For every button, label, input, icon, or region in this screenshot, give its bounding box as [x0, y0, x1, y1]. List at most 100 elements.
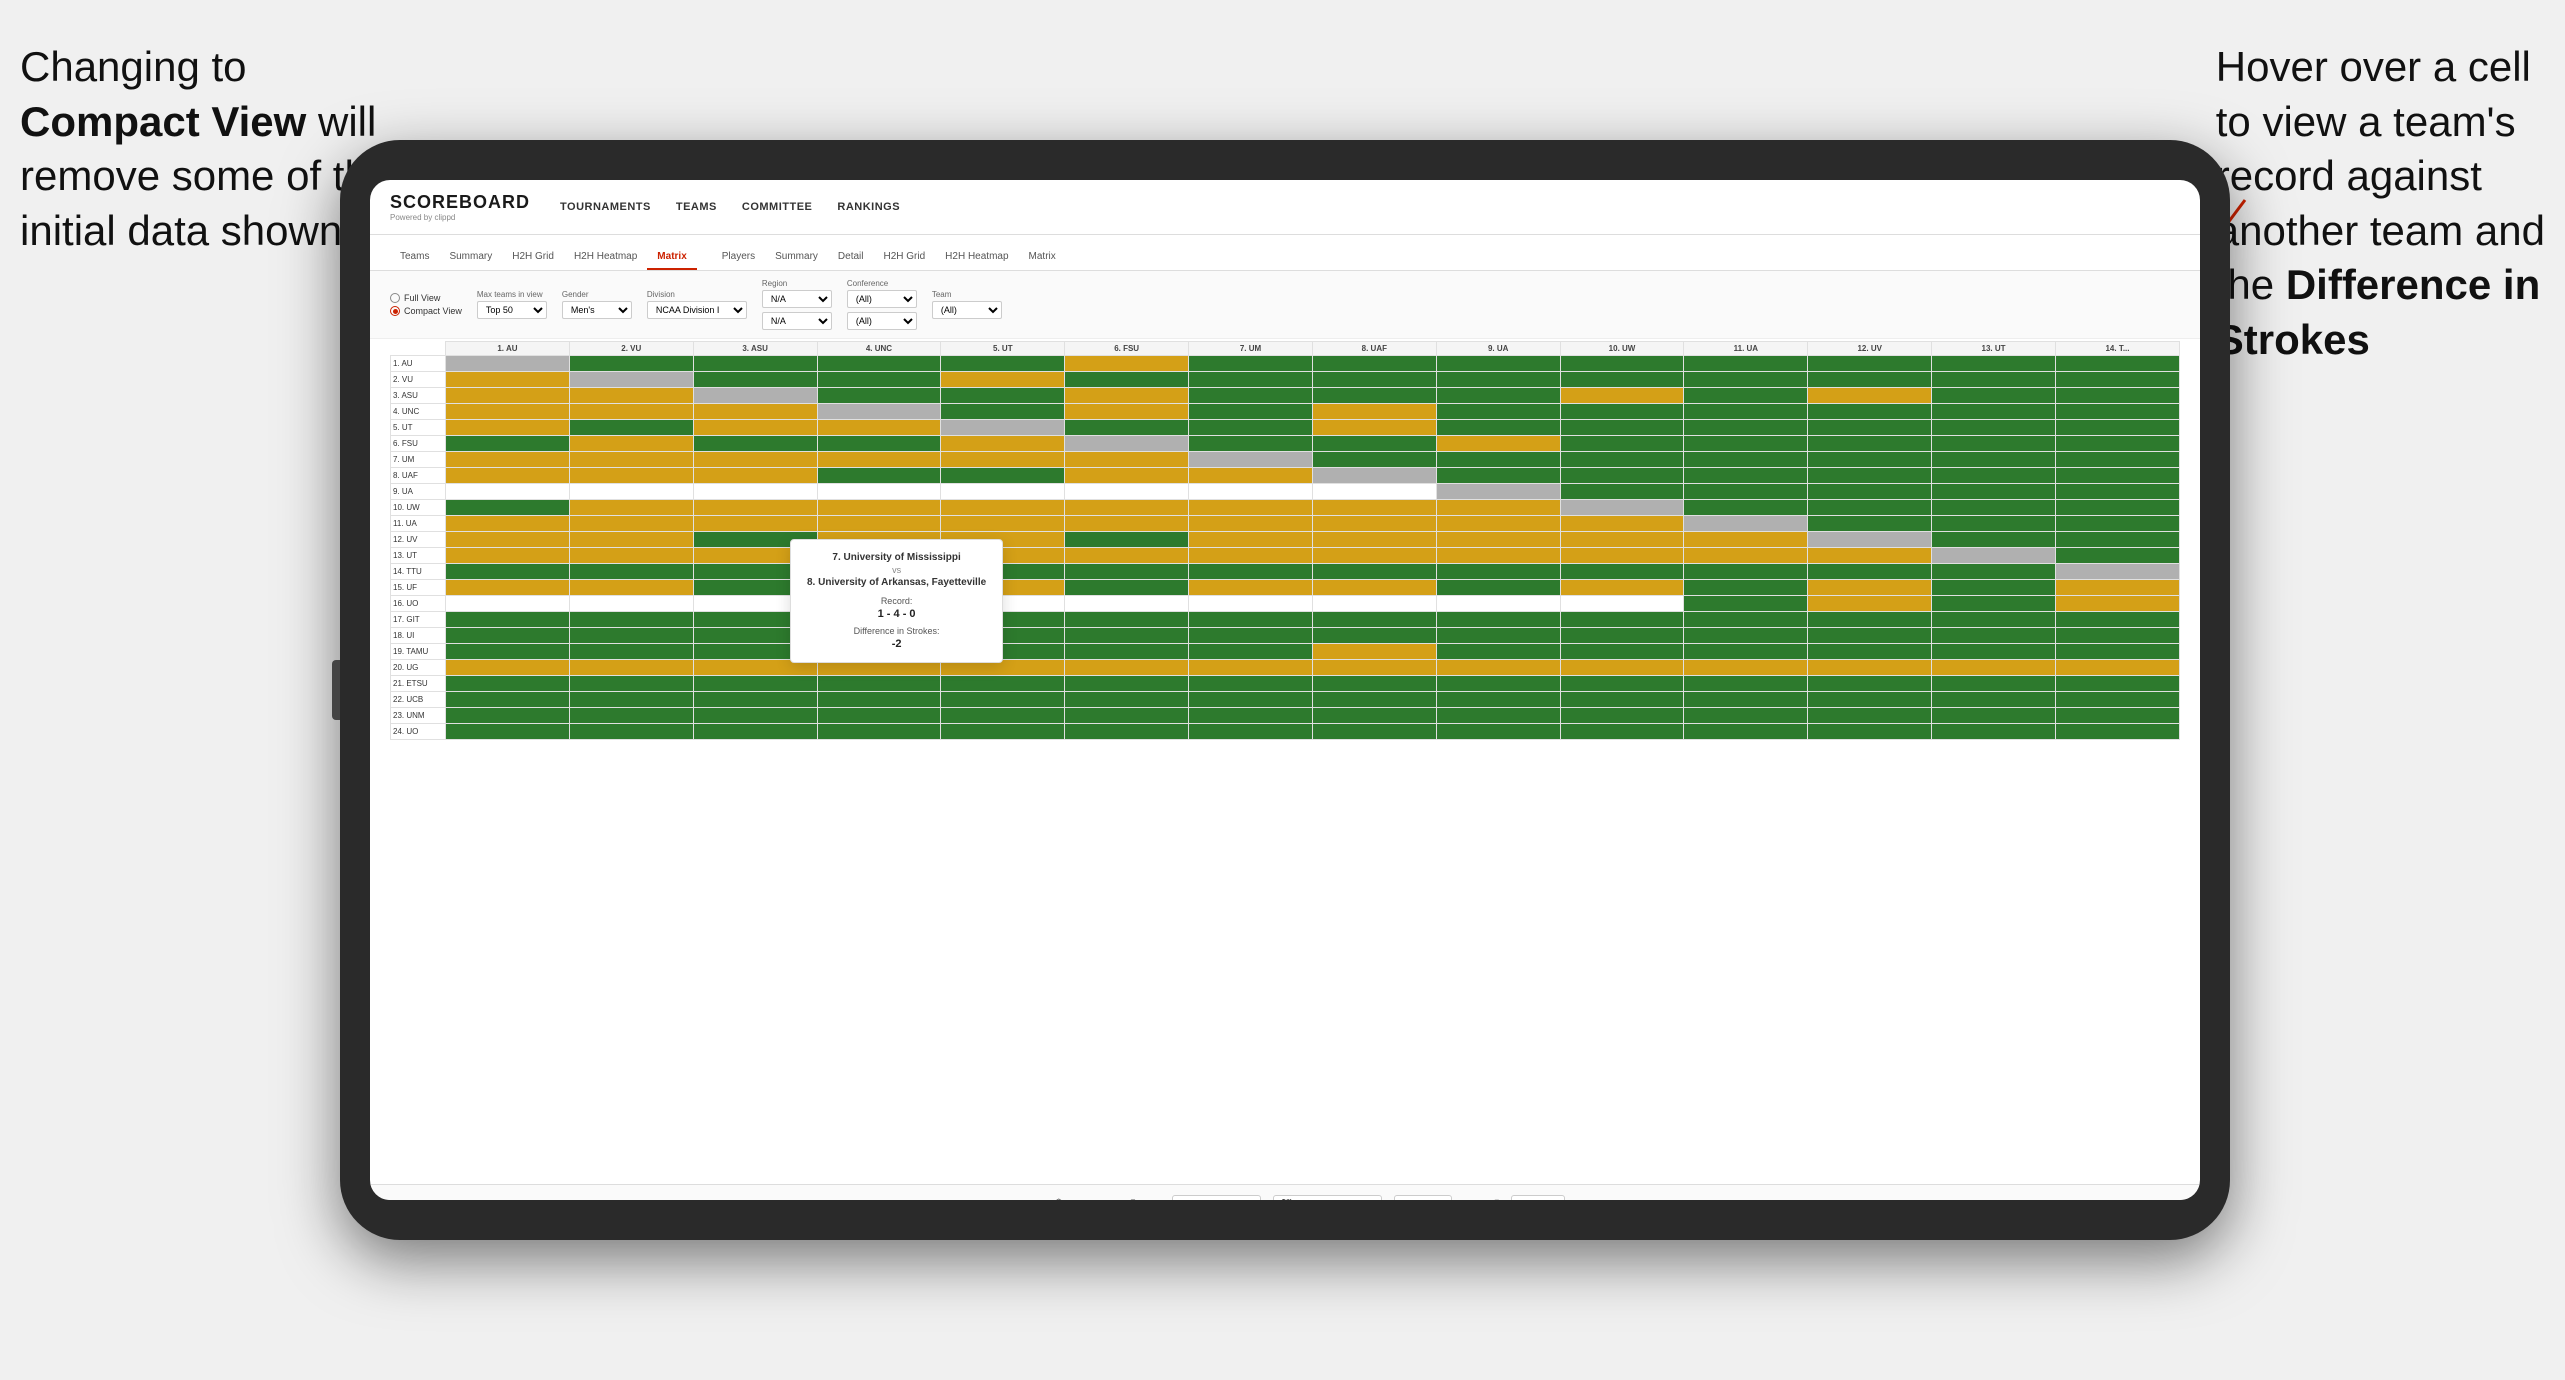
matrix-cell[interactable] — [569, 372, 693, 388]
matrix-cell[interactable] — [1684, 484, 1808, 500]
matrix-cell[interactable] — [1312, 532, 1436, 548]
matrix-cell[interactable] — [1932, 564, 2056, 580]
matrix-cell[interactable] — [1932, 612, 2056, 628]
grid-icon[interactable]: ⊞ — [1464, 1196, 1476, 1200]
matrix-cell[interactable] — [2055, 580, 2179, 596]
matrix-cell[interactable] — [817, 692, 941, 708]
matrix-cell[interactable] — [1189, 708, 1313, 724]
conference-select2[interactable]: (All) — [847, 312, 917, 330]
matrix-cell[interactable] — [1684, 692, 1808, 708]
matrix-cell[interactable] — [1808, 628, 1932, 644]
matrix-cell[interactable] — [1312, 388, 1436, 404]
matrix-cell[interactable] — [446, 724, 570, 740]
matrix-cell[interactable] — [817, 516, 941, 532]
matrix-cell[interactable] — [1312, 660, 1436, 676]
expand-icon[interactable]: ⤢ — [1488, 1196, 1499, 1200]
matrix-cell[interactable] — [446, 564, 570, 580]
matrix-cell[interactable] — [446, 452, 570, 468]
matrix-cell[interactable] — [2055, 388, 2179, 404]
matrix-cell[interactable] — [1932, 708, 2056, 724]
matrix-cell[interactable] — [1312, 516, 1436, 532]
matrix-cell[interactable] — [1065, 420, 1189, 436]
matrix-cell[interactable] — [1189, 724, 1313, 740]
matrix-cell[interactable] — [1560, 724, 1684, 740]
matrix-cell[interactable] — [1189, 388, 1313, 404]
matrix-cell[interactable] — [1189, 612, 1313, 628]
sub-tab-matrix[interactable]: Matrix — [647, 245, 696, 270]
sub-tab-players-h2h-heatmap[interactable]: H2H Heatmap — [935, 245, 1018, 270]
matrix-cell[interactable] — [1065, 468, 1189, 484]
matrix-cell[interactable] — [1560, 660, 1684, 676]
matrix-cell[interactable] — [1312, 404, 1436, 420]
gender-select[interactable]: Men's — [562, 301, 632, 319]
matrix-cell[interactable] — [1436, 644, 1560, 660]
share-btn[interactable]: ↗ Share — [1511, 1195, 1565, 1200]
matrix-cell[interactable] — [1189, 644, 1313, 660]
matrix-cell[interactable] — [1312, 692, 1436, 708]
matrix-cell[interactable] — [569, 724, 693, 740]
tool3-icon[interactable]: ⬡ — [1053, 1196, 1065, 1200]
matrix-cell[interactable] — [817, 724, 941, 740]
matrix-cell[interactable] — [1065, 548, 1189, 564]
matrix-cell[interactable] — [1808, 516, 1932, 532]
matrix-cell[interactable] — [1932, 724, 2056, 740]
division-select[interactable]: NCAA Division I — [647, 301, 747, 319]
matrix-cell[interactable] — [446, 532, 570, 548]
matrix-cell[interactable] — [1808, 692, 1932, 708]
undo-icon[interactable]: ↩ — [1005, 1196, 1017, 1200]
matrix-cell[interactable] — [1560, 436, 1684, 452]
matrix-cell[interactable] — [1312, 500, 1436, 516]
matrix-cell[interactable] — [2055, 468, 2179, 484]
watch-btn[interactable]: 👁 Watch — [1394, 1195, 1453, 1200]
matrix-cell[interactable] — [1808, 388, 1932, 404]
matrix-cell[interactable] — [693, 708, 817, 724]
matrix-cell[interactable] — [693, 724, 817, 740]
matrix-cell[interactable] — [1932, 468, 2056, 484]
matrix-cell[interactable] — [1065, 628, 1189, 644]
matrix-cell[interactable] — [1684, 676, 1808, 692]
matrix-cell[interactable] — [1560, 516, 1684, 532]
matrix-cell[interactable] — [1189, 372, 1313, 388]
matrix-cell[interactable] — [1065, 644, 1189, 660]
sub-tab-players[interactable]: Players — [712, 245, 765, 270]
matrix-cell[interactable] — [2055, 708, 2179, 724]
matrix-cell[interactable] — [1560, 628, 1684, 644]
matrix-cell[interactable] — [941, 708, 1065, 724]
matrix-cell[interactable] — [1065, 580, 1189, 596]
matrix-cell[interactable] — [817, 404, 941, 420]
matrix-cell[interactable] — [446, 516, 570, 532]
matrix-cell[interactable] — [1189, 500, 1313, 516]
matrix-cell[interactable] — [1808, 372, 1932, 388]
matrix-cell[interactable] — [941, 676, 1065, 692]
matrix-cell[interactable] — [569, 676, 693, 692]
matrix-cell[interactable] — [1684, 628, 1808, 644]
matrix-cell[interactable] — [817, 484, 941, 500]
matrix-cell[interactable] — [941, 468, 1065, 484]
matrix-cell[interactable] — [1684, 372, 1808, 388]
matrix-cell[interactable] — [1932, 692, 2056, 708]
matrix-cell[interactable] — [2055, 372, 2179, 388]
matrix-cell[interactable] — [1189, 452, 1313, 468]
matrix-cell[interactable] — [1560, 564, 1684, 580]
matrix-cell[interactable] — [446, 708, 570, 724]
matrix-cell[interactable] — [446, 644, 570, 660]
matrix-cell[interactable] — [1312, 564, 1436, 580]
matrix-cell[interactable] — [1808, 708, 1932, 724]
matrix-cell[interactable] — [1684, 436, 1808, 452]
matrix-cell[interactable] — [1932, 660, 2056, 676]
matrix-cell[interactable] — [446, 612, 570, 628]
matrix-cell[interactable] — [941, 692, 1065, 708]
matrix-cell[interactable] — [1932, 420, 2056, 436]
tool4-icon[interactable]: ⊕ — [1077, 1196, 1089, 1200]
matrix-cell[interactable] — [569, 596, 693, 612]
matrix-cell[interactable] — [1189, 596, 1313, 612]
matrix-cell[interactable] — [1065, 516, 1189, 532]
matrix-cell[interactable] — [569, 660, 693, 676]
matrix-cell[interactable] — [1312, 484, 1436, 500]
matrix-cell[interactable] — [569, 644, 693, 660]
matrix-cell[interactable] — [817, 436, 941, 452]
matrix-cell[interactable] — [569, 564, 693, 580]
matrix-cell[interactable] — [1436, 676, 1560, 692]
matrix-cell[interactable] — [1560, 452, 1684, 468]
matrix-cell[interactable] — [1312, 644, 1436, 660]
